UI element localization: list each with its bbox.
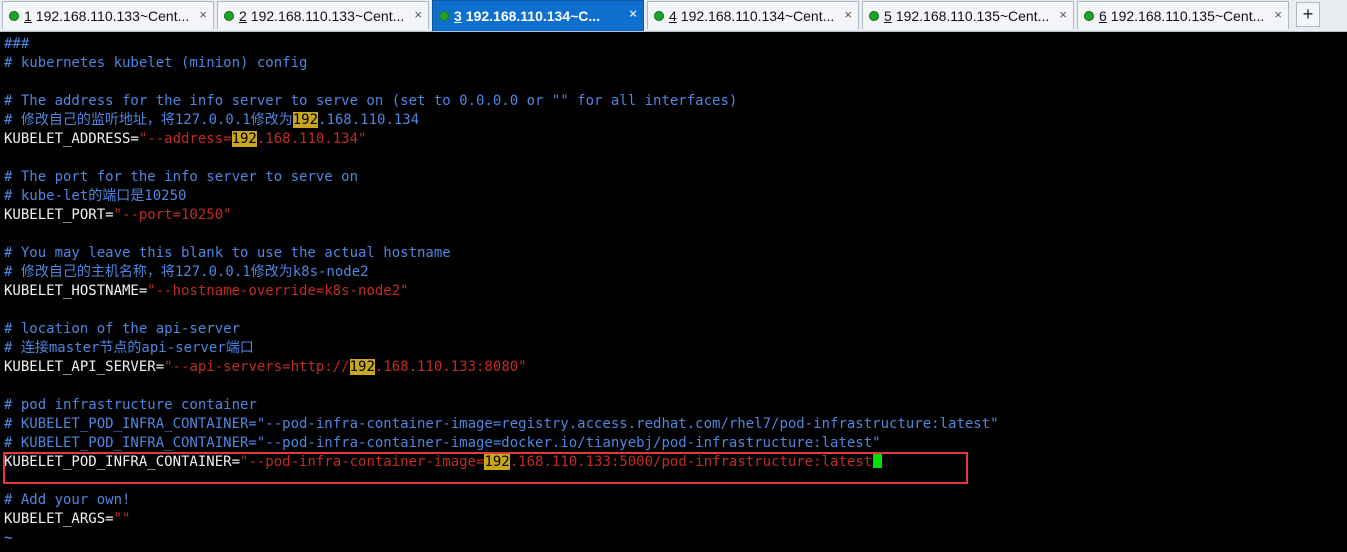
tab-number: 6: [1099, 7, 1107, 24]
config-line: KUBELET_HOSTNAME="--hostname-override=k8…: [4, 283, 409, 299]
tab-label: 192.168.110.135~Cent...: [1110, 7, 1265, 24]
tab-label: 192.168.110.133~Cent...: [35, 7, 190, 24]
new-tab-button[interactable]: +: [1296, 2, 1320, 27]
tab-number: 3: [454, 8, 462, 24]
config-line: # Add your own!: [4, 492, 131, 508]
session-tab-5[interactable]: 5 192.168.110.135~Cent... ×: [862, 1, 1074, 29]
close-tab-icon[interactable]: ×: [199, 7, 207, 22]
config-line: # kube-let的端口是10250: [4, 188, 187, 204]
tab-number: 5: [884, 7, 892, 24]
config-line: # You may leave this blank to use the ac…: [4, 245, 451, 261]
config-line: KUBELET_ARGS="": [4, 511, 131, 527]
session-tab-6[interactable]: 6 192.168.110.135~Cent... ×: [1077, 1, 1289, 29]
config-line: KUBELET_PORT="--port=10250": [4, 207, 232, 223]
tab-label: 192.168.110.134~C...: [465, 8, 601, 24]
search-highlight: 192: [349, 359, 375, 375]
close-tab-icon[interactable]: ×: [844, 7, 852, 22]
connected-status-icon: [9, 10, 19, 21]
config-line: KUBELET_API_SERVER="--api-servers=http:/…: [4, 359, 527, 375]
close-tab-icon[interactable]: ×: [629, 6, 637, 21]
close-tab-icon[interactable]: ×: [1274, 7, 1282, 22]
config-line: ###: [4, 36, 30, 52]
session-tab-1[interactable]: 1 192.168.110.133~Cent... ×: [2, 1, 214, 29]
config-line: KUBELET_ADDRESS="--address=192.168.110.1…: [4, 131, 367, 147]
config-line: # location of the api-server: [4, 321, 241, 337]
config-line: # pod infrastructure container: [4, 397, 257, 413]
close-tab-icon[interactable]: ×: [1059, 7, 1067, 22]
close-tab-icon[interactable]: ×: [414, 7, 422, 22]
tab-number: 4: [669, 7, 677, 24]
annotation-highlight-box: [3, 452, 968, 484]
config-line: # The address for the info server to ser…: [4, 93, 738, 109]
search-highlight: 192: [292, 112, 319, 128]
tab-number: 1: [24, 7, 32, 24]
session-tab-2[interactable]: 2 192.168.110.133~Cent... ×: [217, 1, 429, 29]
config-line: # The port for the info server to serve …: [4, 169, 359, 185]
tab-number: 2: [239, 7, 247, 24]
session-tab-4[interactable]: 4 192.168.110.134~Cent... ×: [647, 1, 859, 29]
connected-status-icon: [439, 11, 449, 21]
connected-status-icon: [224, 10, 234, 21]
session-tab-3[interactable]: 3 192.168.110.134~C... ×: [432, 0, 644, 31]
empty-line-marker: ~: [4, 530, 13, 546]
search-highlight: 192: [231, 131, 257, 147]
config-line: # KUBELET_POD_INFRA_CONTAINER="--pod-inf…: [4, 435, 881, 451]
connected-status-icon: [869, 10, 879, 21]
connected-status-icon: [654, 10, 664, 21]
tab-label: 192.168.110.134~Cent...: [680, 7, 835, 24]
config-line: # 修改自己的主机名称，将127.0.0.1修改为k8s-node2: [4, 264, 369, 280]
tab-label: 192.168.110.133~Cent...: [250, 7, 405, 24]
config-line: # 连接master节点的api-server端口: [4, 340, 254, 356]
tab-bar: 1 192.168.110.133~Cent... × 2 192.168.11…: [0, 0, 1347, 32]
config-line: # kubernetes kubelet (minion) config: [4, 55, 308, 71]
connected-status-icon: [1084, 10, 1094, 21]
config-line: # 修改自己的监听地址，将127.0.0.1修改为192.168.110.134: [4, 112, 420, 128]
tab-label: 192.168.110.135~Cent...: [895, 7, 1050, 24]
config-line: # KUBELET_POD_INFRA_CONTAINER="--pod-inf…: [4, 416, 999, 432]
